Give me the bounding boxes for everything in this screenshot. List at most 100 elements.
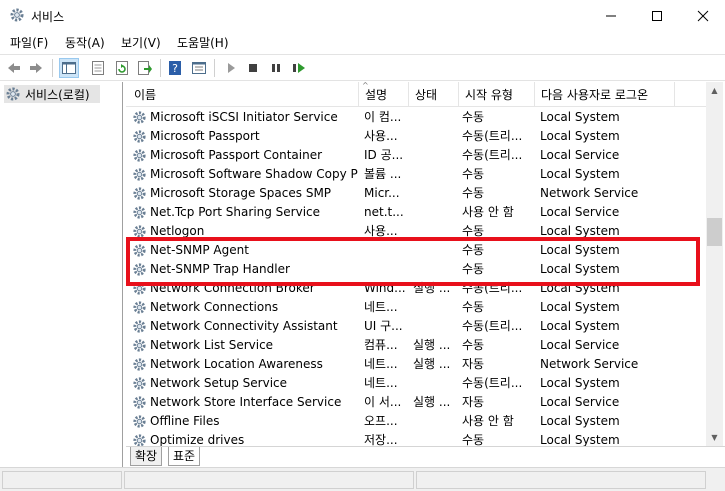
- service-name: Microsoft Software Shadow Copy Pr...: [150, 167, 358, 181]
- column-header-log-on-as[interactable]: 다음 사용자로 로그온: [535, 82, 675, 107]
- back-button[interactable]: [5, 59, 23, 77]
- stop-service-button[interactable]: [244, 59, 262, 77]
- export-list-button[interactable]: [136, 59, 154, 77]
- scroll-down-arrow-icon[interactable]: ▼: [706, 429, 723, 446]
- forward-button[interactable]: [27, 59, 45, 77]
- service-gear-icon: [133, 377, 146, 390]
- table-row[interactable]: Optimize drives 저장... 수동 Local System: [126, 431, 706, 446]
- toolbar-separator: [52, 59, 53, 77]
- service-gear-icon: [133, 168, 146, 181]
- console-tree-icon: [62, 62, 76, 74]
- help-button[interactable]: ?: [166, 59, 184, 77]
- service-startup-type: 사용 안 함: [462, 205, 514, 219]
- menu-action[interactable]: 동작(A): [65, 34, 105, 51]
- column-header-startup-type[interactable]: 시작 유형: [459, 82, 535, 107]
- service-gear-icon: [133, 396, 146, 409]
- vertical-scrollbar[interactable]: ▲ ▼: [706, 82, 723, 446]
- service-name: Microsoft iSCSI Initiator Service: [150, 110, 338, 124]
- start-service-button[interactable]: [222, 59, 240, 77]
- service-status: [413, 184, 457, 203]
- service-log-on-as: Network Service: [540, 357, 639, 371]
- table-row[interactable]: Microsoft Passport Container ID 공... 수동(트리…: [126, 146, 706, 165]
- service-status: [413, 298, 457, 317]
- pause-service-button[interactable]: [267, 59, 285, 77]
- service-status: [413, 127, 457, 146]
- minimize-icon: [606, 15, 616, 16]
- table-row[interactable]: Network Store Interface Service 이 서... 실행 …: [126, 393, 706, 412]
- service-gear-icon: [133, 130, 146, 143]
- service-status: 실행 ...: [413, 338, 451, 352]
- column-header-row: ^ 이름 설명 상태 시작 유형 다음 사용자로 로그온: [126, 82, 706, 107]
- refresh-icon: [116, 61, 128, 75]
- service-gear-icon: [133, 187, 146, 200]
- service-status: [413, 165, 457, 184]
- table-row[interactable]: Network Location Awareness 네트... 실행 ... 자동 N…: [126, 355, 706, 374]
- table-row[interactable]: Network Setup Service 네트... 수동(트리... Local …: [126, 374, 706, 393]
- scroll-up-arrow-icon[interactable]: ▲: [706, 82, 723, 99]
- service-startup-type: 자동: [462, 357, 485, 371]
- table-row[interactable]: Microsoft iSCSI Initiator Service 이 컴... 수…: [126, 108, 706, 127]
- restart-service-button[interactable]: [290, 59, 308, 77]
- tree-item-label: 서비스(로컬): [25, 87, 90, 102]
- table-row[interactable]: Network List Service 컴퓨... 실행 ... 수동 Local S…: [126, 336, 706, 355]
- column-header-status[interactable]: 상태: [409, 82, 459, 107]
- service-gear-icon: [133, 434, 146, 446]
- forward-arrow-icon: [30, 63, 42, 73]
- status-segment: [2, 471, 122, 489]
- table-row[interactable]: Network Connections 네트... 수동 Local System: [126, 298, 706, 317]
- service-name: Microsoft Passport Container: [150, 148, 323, 162]
- menu-bar: 파일(F) 동작(A) 보기(V) 도움말(H): [0, 31, 725, 53]
- service-startup-type: 수동(트리...: [462, 129, 523, 143]
- table-row[interactable]: Microsoft Passport 사용... 수동(트리... Local Sys…: [126, 127, 706, 146]
- highlight-box: [126, 237, 700, 286]
- refresh-button[interactable]: [113, 59, 131, 77]
- menu-view[interactable]: 보기(V): [121, 34, 161, 51]
- properties-button[interactable]: [89, 59, 107, 77]
- tab-standard[interactable]: 표준: [168, 447, 201, 466]
- service-startup-type: 자동: [462, 395, 485, 409]
- service-name: Microsoft Passport: [150, 129, 260, 143]
- service-status: [413, 146, 457, 165]
- details-view-button[interactable]: [190, 59, 208, 77]
- service-description: 이 서...: [364, 395, 402, 409]
- service-log-on-as: Local System: [540, 319, 620, 333]
- toolbar-separator: [160, 59, 161, 77]
- service-log-on-as: Local System: [540, 110, 620, 124]
- close-button[interactable]: [680, 0, 725, 31]
- tab-extended[interactable]: 확장: [130, 447, 163, 466]
- table-row[interactable]: Net.Tcp Port Sharing Service net.t... 사용 안…: [126, 203, 706, 222]
- title-bar: 서비스: [0, 0, 725, 31]
- menu-help[interactable]: 도움말(H): [177, 34, 229, 51]
- service-status: [413, 317, 457, 336]
- service-startup-type: 수동: [462, 300, 485, 314]
- maximize-button[interactable]: [634, 0, 680, 31]
- service-description: 사용...: [364, 129, 398, 143]
- table-row[interactable]: Microsoft Storage Spaces SMP Micr... 수동 Net…: [126, 184, 706, 203]
- tree-item-services-local[interactable]: 서비스(로컬): [4, 85, 100, 103]
- service-name: Network Connections: [150, 300, 279, 314]
- service-description: 컴퓨...: [364, 338, 398, 352]
- table-row[interactable]: Network Connectivity Assistant UI 구... 수동(…: [126, 317, 706, 336]
- service-status: [413, 431, 457, 446]
- table-row[interactable]: Offline Files 오프... 사용 안 함 Local System: [126, 412, 706, 431]
- menu-file[interactable]: 파일(F): [10, 34, 48, 51]
- console-tree-button[interactable]: [59, 58, 79, 78]
- service-log-on-as: Local System: [540, 376, 620, 390]
- service-startup-type: 수동: [462, 433, 485, 446]
- service-gear-icon: [133, 415, 146, 428]
- export-list-icon: [138, 61, 152, 75]
- service-description: net.t...: [364, 205, 404, 219]
- service-description: 이 컴...: [364, 110, 402, 124]
- scroll-thumb[interactable]: [707, 218, 722, 246]
- service-description: UI 구...: [364, 319, 403, 333]
- service-startup-type: 사용 안 함: [462, 414, 514, 428]
- service-gear-icon: [133, 320, 146, 333]
- column-header-name[interactable]: 이름: [126, 82, 359, 107]
- service-startup-type: 수동: [462, 186, 485, 200]
- table-row[interactable]: Microsoft Software Shadow Copy Pr... 볼륨 .…: [126, 165, 706, 184]
- svg-text:?: ?: [172, 62, 178, 75]
- service-log-on-as: Local Service: [540, 148, 620, 162]
- minimize-button[interactable]: [588, 0, 634, 31]
- service-log-on-as: Local Service: [540, 205, 620, 219]
- column-header-description[interactable]: 설명: [359, 82, 409, 107]
